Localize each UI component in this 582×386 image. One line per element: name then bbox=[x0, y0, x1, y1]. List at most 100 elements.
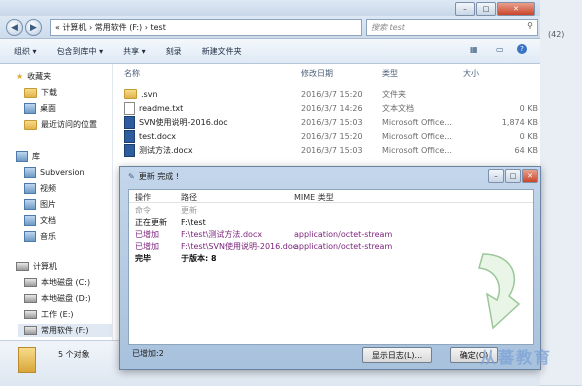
column-headers: 名称 修改日期 类型 大小 bbox=[118, 66, 538, 80]
nav-item-label: 音乐 bbox=[40, 232, 56, 241]
music-library-icon bbox=[24, 231, 36, 242]
column-header-path[interactable]: 路径 bbox=[181, 192, 197, 203]
dialog-minimize-button[interactable]: – bbox=[488, 169, 504, 183]
log-row[interactable]: 命令 更新 bbox=[129, 205, 533, 216]
nav-favorites[interactable]: ★ 收藏夹 bbox=[16, 70, 51, 83]
nav-item-recent[interactable]: 最近访问的位置 bbox=[24, 118, 97, 131]
log-action: 已增加 bbox=[135, 230, 159, 239]
burn-button[interactable]: 刻录 bbox=[160, 46, 188, 57]
folder-icon bbox=[18, 347, 36, 373]
word-document-icon bbox=[124, 115, 135, 129]
file-row[interactable]: 测试方法.docx 2016/3/7 15:03 Microsoft Offic… bbox=[118, 143, 538, 157]
file-row[interactable]: test.docx 2016/3/7 15:20 Microsoft Offic… bbox=[118, 129, 538, 143]
file-name: 测试方法.docx bbox=[139, 145, 193, 155]
forward-button[interactable]: ▶ bbox=[25, 19, 42, 36]
column-header-name[interactable]: 名称 bbox=[124, 68, 140, 79]
address-text: « 计算机 › 常用软件 (F:) › test bbox=[55, 23, 166, 32]
file-date: 2016/3/7 15:03 bbox=[301, 145, 363, 155]
column-header-size[interactable]: 大小 bbox=[463, 68, 538, 79]
search-placeholder: 搜索 test bbox=[371, 23, 405, 32]
log-header: 操作 路径 MIME 类型 bbox=[129, 190, 533, 203]
nav-item-documents[interactable]: 文档 bbox=[24, 214, 56, 227]
log-row[interactable]: 正在更新 F:\test bbox=[129, 217, 533, 228]
nav-item-downloads[interactable]: 下载 bbox=[24, 86, 57, 99]
added-count: 已增加:2 bbox=[132, 349, 164, 358]
help-icon[interactable]: ? bbox=[517, 44, 527, 54]
organize-menu[interactable]: 组织 ▾ bbox=[8, 46, 43, 57]
log-action: 完毕 bbox=[135, 254, 151, 263]
file-type: 文本文档 bbox=[382, 103, 414, 113]
column-header-type[interactable]: 类型 bbox=[382, 68, 398, 79]
search-icon: ⚲ bbox=[527, 21, 533, 30]
nav-favorites-label: 收藏夹 bbox=[27, 72, 52, 81]
log-row[interactable]: 已增加 F:\test\测试方法.docx application/octet-st… bbox=[129, 229, 533, 240]
log-mime: application/octet-stream bbox=[294, 230, 393, 239]
file-name: SVN使用说明-2016.doc bbox=[139, 117, 228, 127]
side-label: (42) bbox=[548, 30, 565, 39]
file-type: Microsoft Office... bbox=[382, 131, 452, 141]
file-date: 2016/3/7 15:20 bbox=[301, 131, 363, 141]
show-log-button[interactable]: 显示日志(L)... bbox=[362, 347, 432, 363]
nav-drive-f[interactable]: 常用软件 (F:) bbox=[18, 324, 112, 337]
column-header-mime[interactable]: MIME 类型 bbox=[294, 192, 334, 203]
dialog-title: 更新 完成 ! bbox=[138, 172, 179, 181]
nav-drive-d[interactable]: 本地磁盘 (D:) bbox=[24, 292, 91, 305]
word-document-icon bbox=[124, 129, 135, 143]
back-button[interactable]: ◀ bbox=[6, 19, 23, 36]
watermark: 从蕃教育 bbox=[480, 348, 553, 367]
file-size: 1,874 KB bbox=[501, 117, 538, 127]
file-name-cell: readme.txt bbox=[124, 101, 183, 115]
preview-pane-icon[interactable]: ▭ bbox=[496, 45, 504, 54]
nav-drive-e[interactable]: 工作 (E:) bbox=[24, 308, 74, 321]
dialog-close-button[interactable]: ✕ bbox=[522, 169, 538, 183]
log-action: 已增加 bbox=[135, 242, 159, 251]
nav-item-pictures[interactable]: 图片 bbox=[24, 198, 56, 211]
pictures-library-icon bbox=[24, 199, 36, 210]
file-name-cell: test.docx bbox=[124, 129, 176, 143]
share-menu[interactable]: 共享 ▾ bbox=[117, 46, 152, 57]
documents-library-icon bbox=[24, 215, 36, 226]
minimize-button[interactable]: – bbox=[455, 2, 475, 16]
dialog-title-bar: ✎ 更新 完成 ! bbox=[128, 171, 179, 182]
update-log-list[interactable]: 操作 路径 MIME 类型 命令 更新 正在更新 F:\test 已增加 F:\test\… bbox=[128, 189, 534, 345]
subversion-library-icon bbox=[24, 167, 36, 178]
file-type: Microsoft Office... bbox=[382, 145, 452, 155]
dialog-maximize-button[interactable]: □ bbox=[505, 169, 521, 183]
close-button[interactable]: ✕ bbox=[497, 2, 535, 16]
file-name-cell: SVN使用说明-2016.doc bbox=[124, 115, 228, 129]
file-size: 0 KB bbox=[519, 131, 538, 141]
file-size: 0 KB bbox=[519, 103, 538, 113]
file-name: .svn bbox=[141, 89, 158, 99]
new-folder-button[interactable]: 新建文件夹 bbox=[196, 46, 248, 57]
file-name-cell: .svn bbox=[124, 89, 158, 99]
nav-item-music[interactable]: 音乐 bbox=[24, 230, 56, 243]
file-row[interactable]: SVN使用说明-2016.doc 2016/3/7 15:03 Microsof… bbox=[118, 115, 538, 129]
file-date: 2016/3/7 15:03 bbox=[301, 117, 363, 127]
address-row: ◀ ▶ « 计算机 › 常用软件 (F:) › test 搜索 test ⚲ bbox=[0, 16, 540, 39]
nav-libraries[interactable]: 库 bbox=[16, 150, 40, 163]
nav-drive-c[interactable]: 本地磁盘 (C:) bbox=[24, 276, 90, 289]
maximize-button[interactable]: □ bbox=[476, 2, 496, 16]
nav-computer[interactable]: 计算机 bbox=[16, 260, 57, 273]
include-in-library-menu[interactable]: 包含到库中 ▾ bbox=[51, 46, 110, 57]
address-bar[interactable]: « 计算机 › 常用软件 (F:) › test bbox=[50, 19, 362, 36]
file-row[interactable]: readme.txt 2016/3/7 14:26 文本文档 0 KB bbox=[118, 101, 538, 115]
column-header-date[interactable]: 修改日期 bbox=[301, 68, 333, 79]
file-row[interactable]: .svn 2016/3/7 15:20 文件夹 bbox=[118, 87, 538, 101]
nav-item-videos[interactable]: 视频 bbox=[24, 182, 56, 195]
background-window-strip: (42) bbox=[540, 0, 582, 385]
computer-icon bbox=[16, 262, 29, 271]
title-bar: – □ ✕ bbox=[0, 0, 540, 16]
nav-item-desktop[interactable]: 桌面 bbox=[24, 102, 56, 115]
nav-item-subversion[interactable]: Subversion bbox=[24, 166, 85, 179]
recent-places-icon bbox=[24, 119, 37, 130]
nav-item-label: Subversion bbox=[40, 168, 85, 177]
forward-arrow-icon: ▶ bbox=[30, 22, 37, 33]
hard-drive-icon bbox=[24, 278, 37, 287]
word-document-icon bbox=[124, 143, 135, 157]
view-options-icon[interactable]: ▦ bbox=[470, 45, 478, 54]
log-action: 命令 bbox=[135, 206, 151, 215]
column-header-action[interactable]: 操作 bbox=[135, 192, 151, 203]
search-input[interactable]: 搜索 test ⚲ bbox=[366, 19, 538, 36]
log-path: 于版本: 8 bbox=[181, 254, 217, 263]
